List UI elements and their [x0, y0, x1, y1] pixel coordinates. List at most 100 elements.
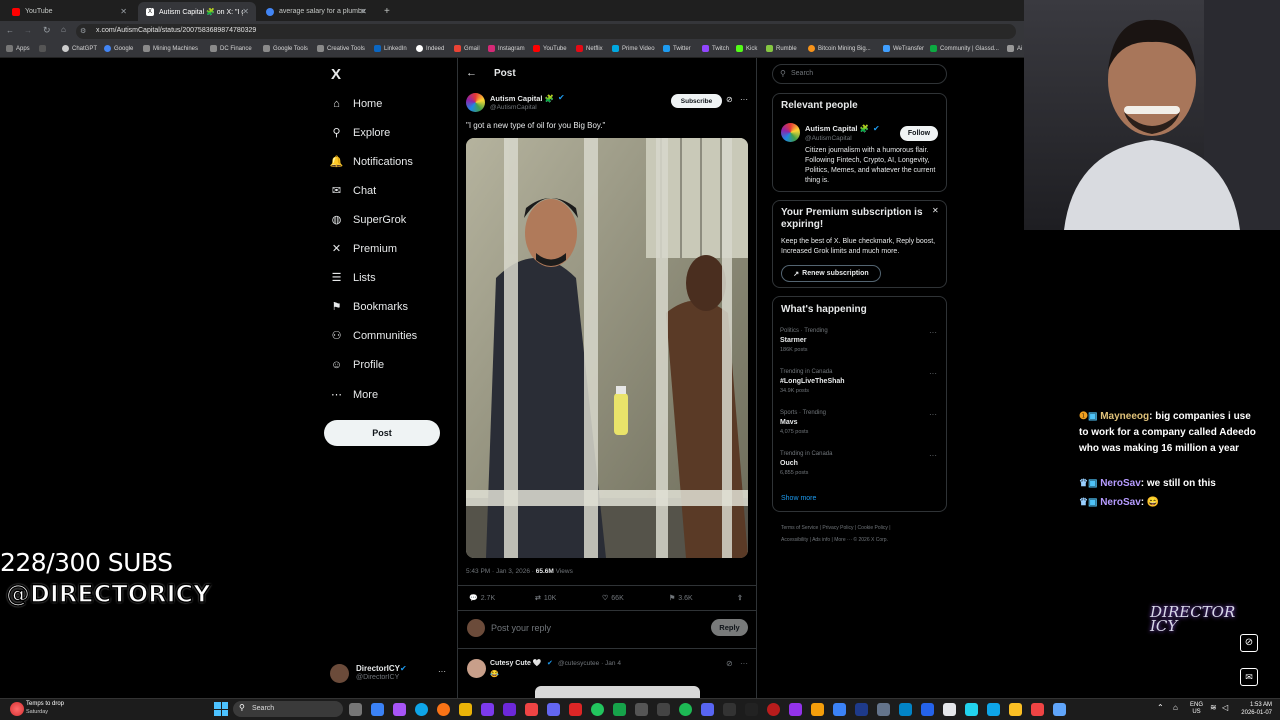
app-icon[interactable]	[965, 703, 978, 716]
app-icon[interactable]	[1009, 703, 1022, 716]
reload-icon[interactable]: ↻	[43, 25, 51, 36]
account-switcher[interactable]: DirectorICY ✔ @DirectorICY ···	[330, 662, 450, 686]
reply-author-name[interactable]: Cutesy Cute 🤍	[490, 659, 542, 667]
file-explorer-icon[interactable]	[459, 703, 472, 716]
bookmark-apps[interactable]: Apps	[6, 45, 30, 52]
language-indicator[interactable]: ENG US	[1190, 702, 1203, 716]
bookmark-creative[interactable]: Creative Tools	[317, 45, 365, 52]
forward-icon[interactable]: →	[24, 26, 32, 35]
edge-icon[interactable]	[415, 703, 428, 716]
app-icon[interactable]	[613, 703, 626, 716]
bookmark-prime[interactable]: Prime Video	[612, 45, 655, 52]
app-icon[interactable]	[481, 703, 494, 716]
x-logo[interactable]: X	[331, 66, 341, 83]
site-info-icon[interactable]: ⚙	[80, 27, 86, 35]
app-icon[interactable]	[547, 703, 560, 716]
author-name[interactable]: Autism Capital 🧩	[490, 94, 554, 103]
app-icon[interactable]	[723, 703, 736, 716]
sidebar-item-home[interactable]: ⌂ Home	[330, 97, 382, 110]
weather-title[interactable]: Temps to drop	[26, 701, 64, 707]
more-options-icon[interactable]: ···	[929, 369, 937, 378]
trend-item[interactable]: Trending in Canada Ouch 6,855 posts ···	[780, 451, 945, 476]
taskbar-search[interactable]: ⚲ Search	[233, 701, 343, 717]
bookmark-google[interactable]: Google	[104, 45, 133, 52]
bookmark-netflix[interactable]: Netflix	[576, 45, 603, 52]
account-more-icon[interactable]: ···	[438, 667, 446, 676]
follow-button[interactable]: Follow	[900, 126, 938, 141]
author-handle[interactable]: @AutismCapital	[490, 104, 537, 111]
app-icon[interactable]	[833, 703, 846, 716]
grok-icon[interactable]: ⊘	[726, 95, 733, 104]
reply-button[interactable]: Reply	[711, 619, 748, 636]
grok-icon[interactable]: ⊘	[726, 659, 733, 668]
chrome-icon[interactable]	[591, 703, 604, 716]
app-icon[interactable]	[899, 703, 912, 716]
terms-link[interactable]: Terms of Service	[781, 525, 818, 531]
more-link[interactable]: More ···	[834, 537, 852, 543]
post-button[interactable]: Post	[324, 420, 440, 446]
reply-author-avatar[interactable]	[467, 659, 486, 678]
close-tab-icon[interactable]: ✕	[120, 7, 127, 16]
app-icon[interactable]	[1031, 703, 1044, 716]
app-icon[interactable]	[1053, 703, 1066, 716]
app-icon[interactable]	[503, 703, 516, 716]
sidebar-item-chat[interactable]: ✉ Chat	[330, 184, 376, 198]
sidebar-item-supergrok[interactable]: ◍ SuperGrok	[330, 213, 407, 227]
app-icon[interactable]	[811, 703, 824, 716]
url-field[interactable]: ⚙ x.com/AutismCapital/status/20075836898…	[76, 24, 1016, 39]
sidebar-item-premium[interactable]: ✕ Premium	[330, 242, 397, 256]
bookmark-gmail[interactable]: Gmail	[454, 45, 480, 52]
weather-icon[interactable]	[10, 702, 24, 716]
show-more-link[interactable]: Show more	[781, 495, 816, 502]
like-action[interactable]: ♡ 66K	[602, 594, 624, 603]
clock[interactable]: 1:53 AM 2026-01-07	[1236, 701, 1272, 717]
person-avatar[interactable]	[781, 123, 800, 142]
windows-start-icon[interactable]	[214, 702, 228, 716]
steam-icon[interactable]	[855, 703, 868, 716]
bookmark-indeed[interactable]: Indeed	[416, 45, 444, 52]
more-options-icon[interactable]: ···	[929, 328, 937, 337]
subscribe-button[interactable]: Subscribe	[671, 94, 722, 108]
privacy-link[interactable]: Privacy Policy	[822, 525, 853, 531]
sidebar-item-explore[interactable]: ⚲ Explore	[330, 126, 390, 140]
bookmark-action[interactable]: ⚑ 3.6K	[669, 594, 693, 603]
bookmark-chatgpt[interactable]: ChatGPT	[62, 45, 97, 52]
bookmark-twitter[interactable]: Twitter	[663, 45, 691, 52]
back-arrow-icon[interactable]: ←	[466, 67, 477, 79]
trend-item[interactable]: Trending in Canada #LongLiveTheShah 34.9…	[780, 369, 945, 394]
bookmark-google-tools[interactable]: Google Tools	[263, 45, 308, 52]
spotify-icon[interactable]	[679, 703, 692, 716]
app-icon[interactable]	[943, 703, 956, 716]
trend-item[interactable]: Politics · Trending Starmer 186K posts ·…	[780, 328, 945, 353]
post-image[interactable]	[466, 138, 748, 558]
close-tab-icon[interactable]: ✕	[242, 7, 249, 16]
home-icon[interactable]: ⌂	[61, 25, 66, 34]
accessibility-link[interactable]: Accessibility	[781, 537, 808, 543]
reply-action[interactable]: 💬 2.7K	[469, 594, 495, 603]
sidebar-item-more[interactable]: ⋯ More	[330, 388, 378, 402]
author-avatar[interactable]	[466, 93, 485, 112]
more-options-icon[interactable]: ···	[740, 95, 748, 104]
app-icon[interactable]	[789, 703, 802, 716]
person-name[interactable]: Autism Capital 🧩	[805, 124, 869, 133]
network-icon[interactable]: ⌂	[1173, 703, 1178, 712]
more-options-icon[interactable]: ···	[929, 410, 937, 419]
bookmark-wetransfer[interactable]: WeTransfer	[883, 45, 924, 52]
app-icon[interactable]	[635, 703, 648, 716]
more-options-icon[interactable]: ···	[740, 659, 748, 668]
app-icon[interactable]	[745, 703, 758, 716]
bookmark-instagram[interactable]: Instagram	[488, 45, 525, 52]
share-action[interactable]: ⇧	[737, 594, 743, 602]
app-icon[interactable]	[569, 703, 582, 716]
app-icon[interactable]	[987, 703, 1000, 716]
tab-google-search[interactable]: average salary for a plumber an ✕	[258, 2, 374, 21]
cookie-link[interactable]: Cookie Policy	[858, 525, 888, 531]
app-icon[interactable]	[877, 703, 890, 716]
app-icon[interactable]	[657, 703, 670, 716]
task-view-icon[interactable]	[349, 703, 362, 716]
app-icon[interactable]	[525, 703, 538, 716]
volume-icon[interactable]: ◁	[1222, 703, 1228, 712]
discord-icon[interactable]	[701, 703, 714, 716]
bookmark-linkedin[interactable]: LinkedIn	[374, 45, 407, 52]
close-tab-icon[interactable]: ✕	[360, 7, 367, 16]
